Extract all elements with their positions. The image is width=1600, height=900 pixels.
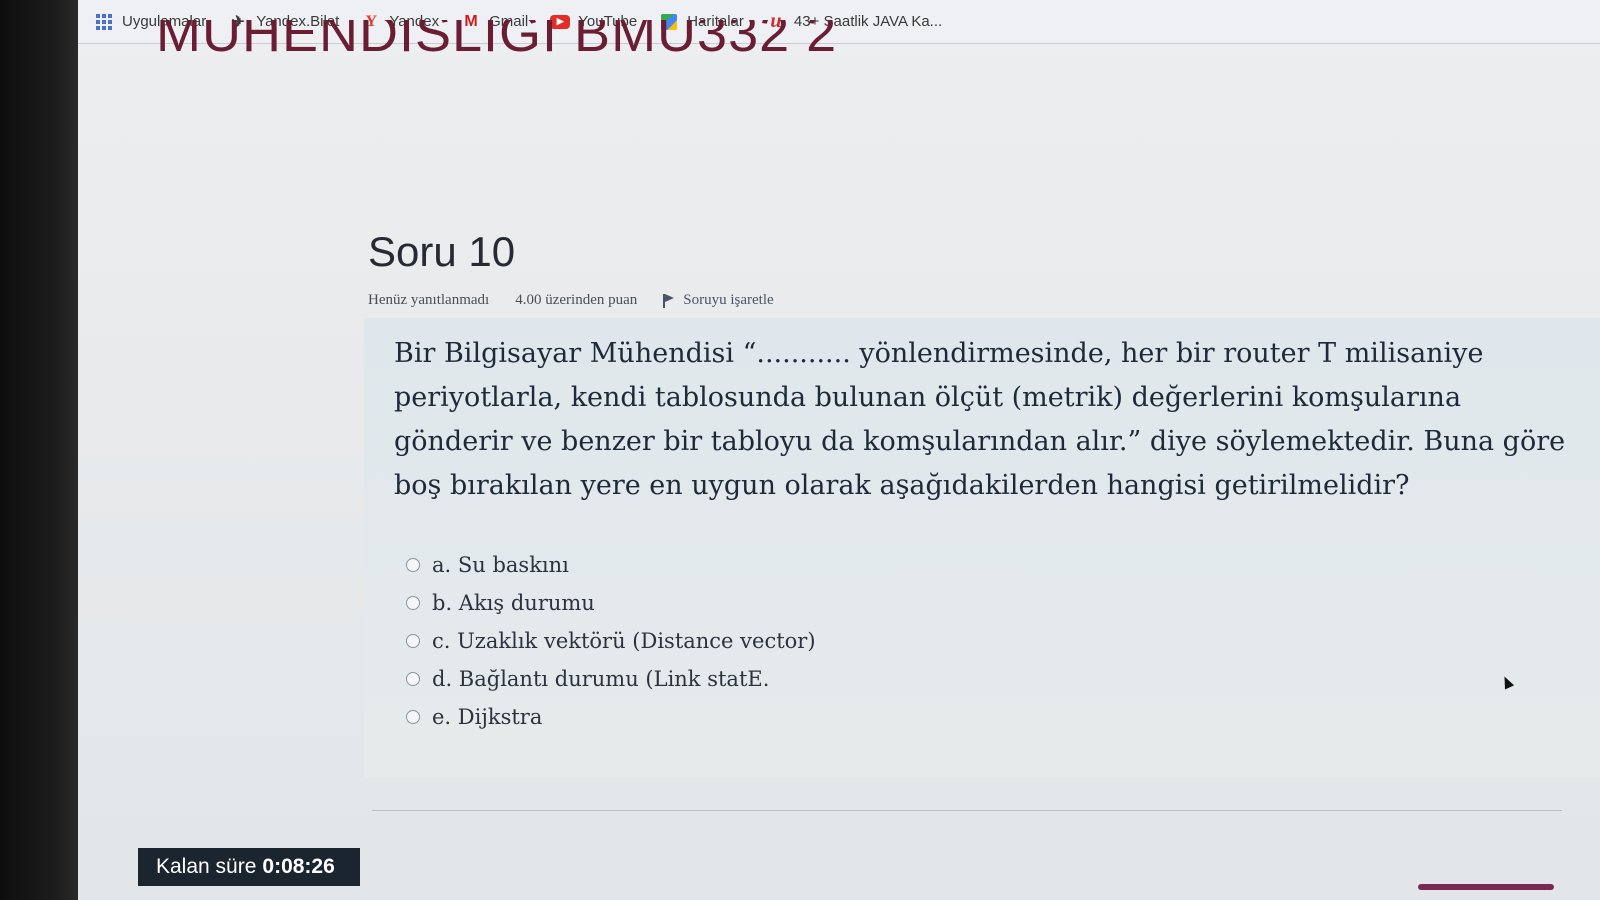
answer-label: c. Uzaklık vektörü (Distance vector) xyxy=(432,629,816,653)
radio-button[interactable] xyxy=(406,672,420,686)
timer-label: Kalan süre xyxy=(156,855,257,878)
divider xyxy=(372,810,1562,811)
radio-button[interactable] xyxy=(406,596,420,610)
answer-option-e[interactable]: e. Dijkstra xyxy=(406,698,816,736)
question-content: Bir Bilgisayar Mühendisi “........... yö… xyxy=(364,318,1600,778)
answer-option-b[interactable]: b. Akış durumu xyxy=(406,584,816,622)
progress-strip xyxy=(1418,884,1554,890)
browser-viewport: Uygulamalar ✈ Yandex.Bilet Y Yandex M Gm… xyxy=(78,0,1600,900)
radio-button[interactable] xyxy=(406,634,420,648)
question-points: 4.00 üzerinden puan xyxy=(515,292,638,308)
radio-button[interactable] xyxy=(406,710,420,724)
monitor-bezel xyxy=(0,0,78,900)
answer-label: a. Su baskını xyxy=(432,553,569,577)
question-number: Soru 10 xyxy=(368,228,516,275)
flag-question-link[interactable]: Soruyu işaretle xyxy=(663,292,774,309)
timer-value: 0:08:26 xyxy=(262,855,335,878)
radio-button[interactable] xyxy=(406,558,420,572)
question-info: Henüz yanıtlanmadı 4.00 üzerinden puan S… xyxy=(368,292,774,309)
answer-label: e. Dijkstra xyxy=(432,705,543,729)
answer-options: a. Su baskını b. Akış durumu c. Uzaklık … xyxy=(406,546,816,736)
answer-option-d[interactable]: d. Bağlantı durumu (Link statE. xyxy=(406,660,816,698)
remaining-time-badge: Kalan süre 0:08:26 xyxy=(138,848,360,886)
flag-icon xyxy=(663,293,677,308)
apps-grid-icon xyxy=(94,13,114,31)
flag-question-label: Soruyu işaretle xyxy=(683,292,774,308)
answer-option-c[interactable]: c. Uzaklık vektörü (Distance vector) xyxy=(406,622,816,660)
question-text: Bir Bilgisayar Mühendisi “........... yö… xyxy=(394,338,1566,501)
answer-label: b. Akış durumu xyxy=(432,591,595,615)
answer-label: d. Bağlantı durumu (Link statE. xyxy=(432,667,770,691)
answer-option-a[interactable]: a. Su baskını xyxy=(406,546,816,584)
question-status: Henüz yanıtlanmadı xyxy=(368,292,490,308)
